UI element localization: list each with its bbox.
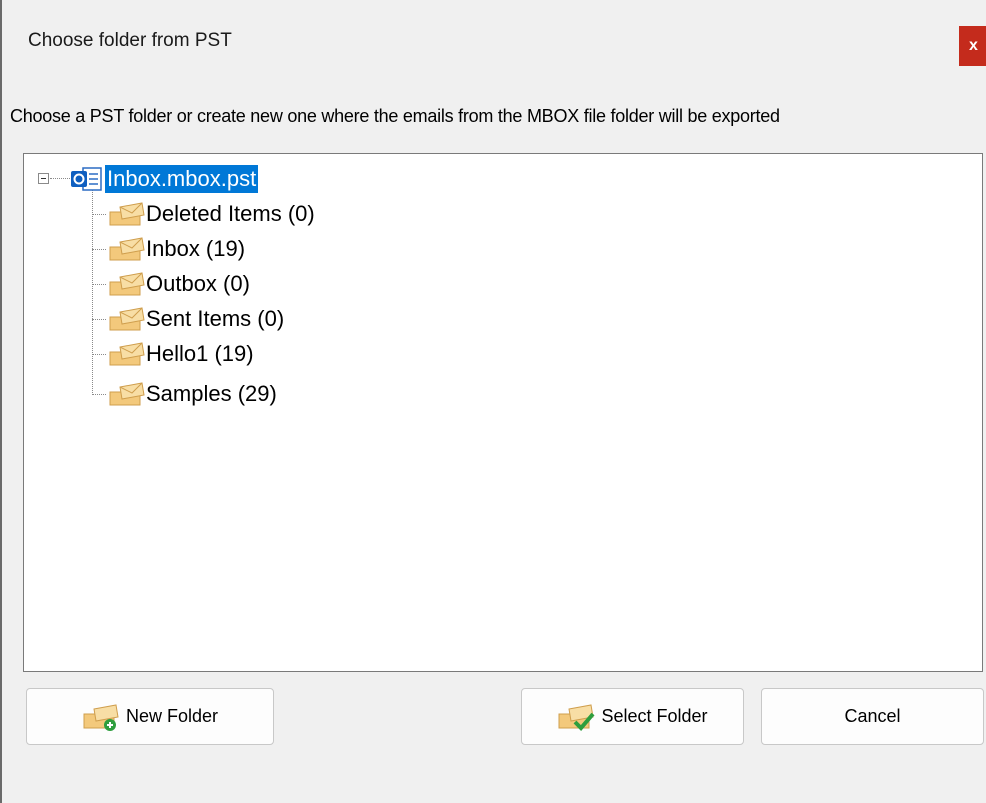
dialog-title: Choose folder from PST xyxy=(28,30,232,51)
tree-folder-sent-items[interactable]: Sent Items (0) xyxy=(92,304,284,334)
select-folder-label: Select Folder xyxy=(601,706,708,726)
choose-folder-dialog: Choose folder from PST x Choose a PST fo… xyxy=(0,0,986,803)
tree-folder-samples[interactable]: Samples (29) xyxy=(92,379,277,409)
instruction-text: Choose a PST folder or create new one wh… xyxy=(10,106,780,126)
tree-connector xyxy=(92,353,106,355)
folder-tree[interactable]: Inbox.mbox.pst Deleted Items (0) Inbox (… xyxy=(23,153,983,672)
select-folder-icon xyxy=(558,703,595,731)
tree-folder-outbox[interactable]: Outbox (0) xyxy=(92,269,250,299)
tree-folder-label: Sent Items (0) xyxy=(146,306,285,331)
tree-folder-hello1[interactable]: Hello1 (19) xyxy=(92,339,254,369)
tree-connector xyxy=(50,178,70,179)
cancel-label: Cancel xyxy=(844,706,901,726)
envelope-folder-icon xyxy=(109,202,145,226)
tree-folder-deleted-items[interactable]: Deleted Items (0) xyxy=(92,199,315,229)
tree-folder-label: Deleted Items (0) xyxy=(146,201,315,226)
tree-connector xyxy=(92,283,106,285)
title-bar: Choose folder from PST x xyxy=(2,0,986,73)
tree-root-node[interactable]: Inbox.mbox.pst xyxy=(69,164,259,194)
pst-file-icon xyxy=(71,167,102,191)
tree-folder-label: Samples (29) xyxy=(146,381,277,406)
collapse-toggle-icon[interactable] xyxy=(38,173,49,184)
close-button[interactable]: x xyxy=(959,26,986,66)
envelope-folder-icon xyxy=(109,342,145,366)
tree-connector xyxy=(92,318,106,320)
envelope-folder-icon xyxy=(109,237,145,261)
envelope-folder-icon xyxy=(109,307,145,331)
tree-folder-label: Hello1 (19) xyxy=(146,341,254,366)
tree-folder-inbox[interactable]: Inbox (19) xyxy=(92,234,245,264)
cancel-button[interactable]: Cancel xyxy=(761,688,984,745)
tree-root-label: Inbox.mbox.pst xyxy=(105,165,259,193)
new-folder-label: New Folder xyxy=(125,706,219,726)
new-folder-button[interactable]: New Folder xyxy=(26,688,274,745)
envelope-folder-icon xyxy=(109,272,145,296)
select-folder-button[interactable]: Select Folder xyxy=(521,688,744,745)
tree-connector xyxy=(92,393,106,395)
envelope-folder-icon xyxy=(109,382,145,406)
tree-connector xyxy=(92,248,106,250)
close-icon: x xyxy=(969,37,978,54)
tree-connector xyxy=(92,213,106,215)
tree-folder-label: Inbox (19) xyxy=(146,236,246,261)
new-folder-icon xyxy=(83,703,119,731)
tree-folder-label: Outbox (0) xyxy=(146,271,250,296)
